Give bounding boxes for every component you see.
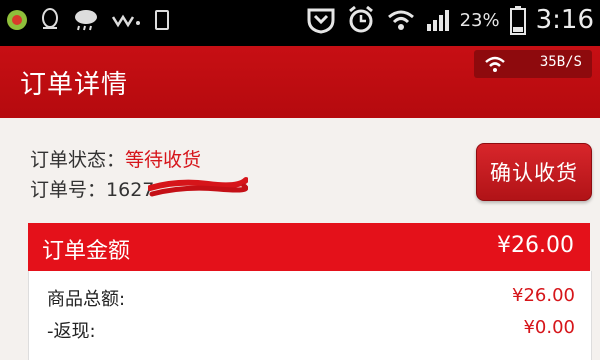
cashback-label: -返现:: [47, 321, 96, 342]
title-bar: 订单详情 35B/S: [0, 46, 600, 118]
redaction-scribble: [148, 177, 248, 197]
order-amount-value: ¥26.00: [497, 233, 574, 258]
qq-icon: [42, 8, 58, 29]
order-status-row: 订单状态：等待收货: [30, 145, 201, 172]
notification-icons: [6, 8, 170, 32]
wifi-icon: [387, 10, 414, 30]
alarm-icon: [348, 5, 373, 33]
cashback-value: ¥0.00: [523, 317, 575, 338]
status-bar: 23% 3:16: [0, 0, 600, 46]
wifi-icon: [485, 56, 505, 72]
order-status-label: 订单状态：: [30, 149, 126, 171]
order-status-value: 等待收货: [125, 149, 202, 171]
page-title: 订单详情: [20, 70, 129, 100]
goods-total-value: ¥26.00: [512, 285, 575, 306]
order-amount-details: 商品总额: ¥26.00 -返现: ¥0.00: [28, 271, 592, 360]
battery-percent: 23%: [459, 9, 500, 31]
signal-wave-icon: [112, 14, 140, 28]
shield-icon: [307, 8, 335, 34]
network-speed-badge: 35B/S: [474, 50, 592, 78]
weather-icon: [75, 10, 97, 31]
goods-total-label: 商品总额:: [47, 289, 126, 310]
order-number-label: 订单号：: [30, 179, 107, 201]
cell-signal-icon: [426, 10, 449, 31]
order-amount-label: 订单金额: [42, 239, 131, 264]
clock: 3:16: [535, 5, 594, 35]
network-speed-text: 35B/S: [539, 54, 582, 70]
system-icons: 23% 3:16: [306, 5, 594, 35]
order-number-row: 订单号：1627: [30, 175, 154, 202]
confirm-receipt-button[interactable]: 确认收货: [476, 143, 592, 201]
order-amount-header: 订单金额 ¥26.00: [28, 223, 590, 271]
app-icon: [7, 10, 27, 30]
sim-icon: [155, 10, 169, 30]
battery-icon: [509, 6, 526, 35]
